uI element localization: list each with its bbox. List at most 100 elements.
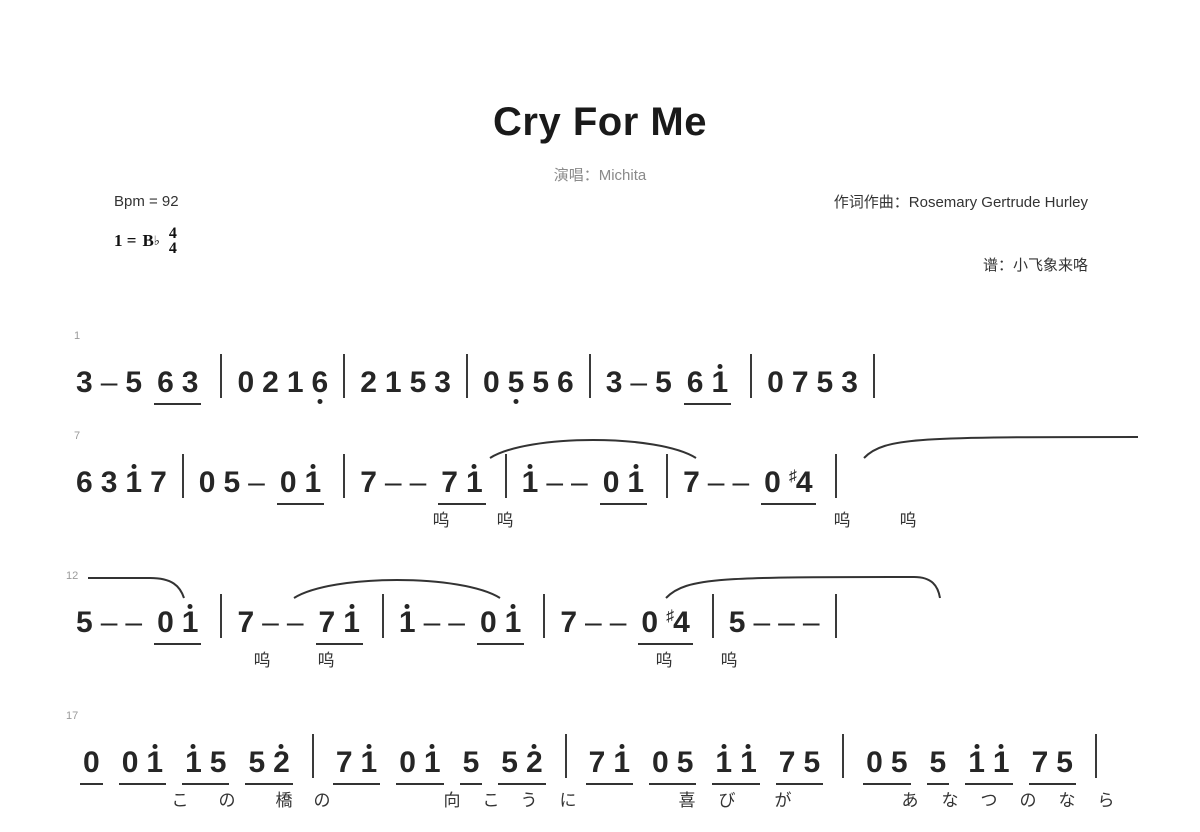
note-high-octave: 1 [518,466,543,500]
note: 3 [841,366,858,399]
note: 5 [462,746,480,779]
lyric: が [774,791,792,810]
barline [872,354,875,398]
key-prefix: 1 = [114,231,137,251]
lyric: 呜 [655,651,673,670]
note: 5 [501,746,518,779]
note-sharp: ♯4 [666,606,690,639]
measure: 0 2 1 6 [233,366,332,400]
note-high-octave: 1 [142,746,167,780]
barline [181,454,184,498]
lyric: び [718,791,736,810]
note: 3 [181,366,199,399]
note-high-octave: 1 [301,466,326,500]
beamed-group: 0 1 [118,746,167,785]
note: 5 [209,746,227,779]
beamed-group: 1 1 [964,746,1014,785]
barline [543,594,546,638]
note: 0 [157,606,174,639]
beamed-group: 1 5 [181,746,230,785]
notes-row: 3 – 5 6 3 0 2 1 6 2 1 5 3 0 5 5 6 3 – 5 … [72,348,1138,405]
note: 5 [1056,746,1073,779]
beamed-group: 0 5 [862,746,911,785]
note-dash: – [753,606,771,639]
lyric: の [1019,791,1037,810]
beamed-group: 7 5 [775,746,824,785]
note: 5 [816,366,834,399]
note-high-octave: 1 [339,606,364,640]
note-dash: – [100,606,118,639]
note: 0 [602,466,620,499]
notes-row: 5 – – 0 1 7 – – 7 1 1 – – 0 1 7 – – 0 ♯4… [72,588,1138,645]
lyric: こ [171,791,189,810]
measure: 0 5 5 1 1 7 5 [855,746,1084,785]
note-dash: – [546,466,563,499]
measure: 0 5 5 6 [479,366,578,400]
note-high-octave: 1 [395,606,420,640]
lyric: 呜 [833,511,851,530]
measure-number: 7 [74,430,81,442]
barline [311,734,314,778]
note-sharp: ♯4 [788,466,813,499]
note: 6 [686,366,704,399]
beamed-group: 6 1 [683,366,732,405]
page-title: Cry For Me [493,100,707,144]
barline [343,354,346,398]
barline [666,454,669,498]
note: 2 [262,366,279,399]
note: 3 [434,366,451,399]
note-dash: – [409,466,427,499]
measure: 3 – 5 6 3 [72,366,209,405]
lyric: 呜 [496,511,514,530]
lyric: つ [980,791,998,810]
beamed-group: 0 1 [276,466,326,505]
note-high-octave: 1 [178,606,203,640]
note: 7 [360,466,377,499]
note: 5 [655,366,672,399]
note: 0 [866,746,883,779]
note: 0 [767,366,784,399]
measure: 3 – 5 6 1 [602,366,739,405]
note-high-octave: 1 [420,746,445,780]
arranger-credit: 谱：小飞象来咯 [982,257,1088,274]
note-dash: – [732,466,750,499]
note-dash: – [802,606,820,639]
measure: 1 – – 0 1 [518,466,655,505]
note: 7 [150,466,167,499]
lyric: に [559,791,577,810]
note: 3 [76,366,93,399]
note: 5 [409,366,427,399]
measure: 7 1 0 1 5 5 2 [325,746,554,785]
measure: 0 5 – 0 1 [195,466,332,505]
lyric: 喜 [678,791,696,810]
note-dash: – [100,366,118,399]
note: 6 [157,366,174,399]
note-dash: – [630,366,648,399]
note-high-octave: 1 [707,366,732,400]
beamed-group: 0 1 [599,466,648,505]
beamed-group: 7 1 [585,746,634,785]
lyric: 向 [443,791,461,810]
note-high-octave: 2 [269,746,294,780]
note-high-octave: 1 [989,746,1014,780]
beamed-group: 1 1 [711,746,761,785]
measure: 6 3 1 7 [72,466,171,500]
measure: 7 – – 7 1 [356,466,493,505]
note: 5 [76,606,93,639]
note: 0 [399,746,416,779]
note: 1 [286,366,304,399]
sheet-music-page: Cry For Me 演唱：Michita Bpm = 92 1 = B ♭ 4 … [0,0,1200,832]
note-dash: – [286,606,304,639]
barline [564,734,567,778]
lyric: 呜 [317,651,335,670]
lyrics-row: 呜 呜 呜 呜 [72,646,1138,674]
note-low-octave: 5 [504,366,529,400]
note: 0 [237,366,255,399]
measure-number: 12 [66,570,79,582]
note: 7 [237,606,255,639]
measure: 0 0 1 1 5 5 2 [72,746,301,785]
note: 0 [279,466,297,499]
note-dash: – [571,466,588,499]
note: 6 [76,466,93,499]
note: 5 [676,746,694,779]
